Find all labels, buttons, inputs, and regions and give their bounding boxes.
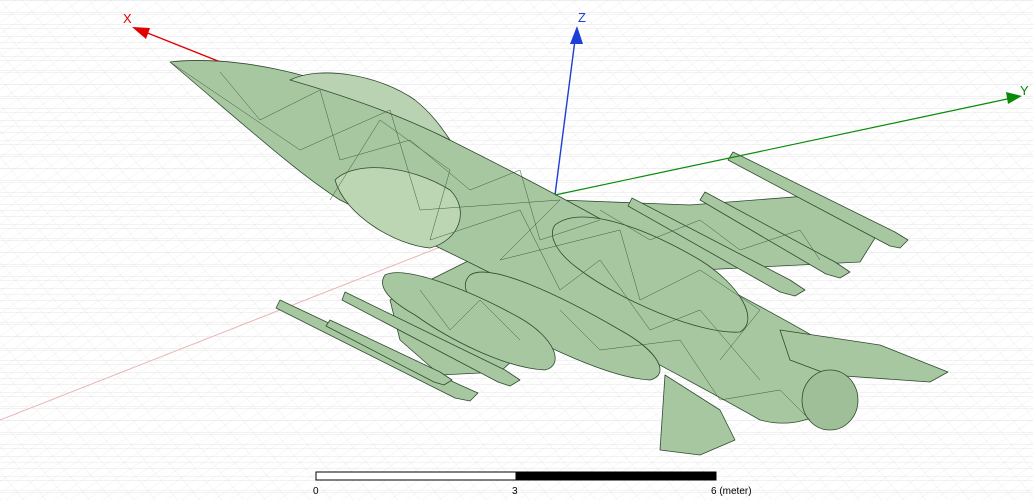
scale-bar (315, 471, 717, 481)
scale-tick-6: 6 (meter) (711, 486, 752, 497)
scale-bar-segment-dark (515, 471, 717, 481)
x-axis-label: X (123, 11, 132, 26)
3d-viewport[interactable]: X Z Y 0 3 6 (meter) (0, 0, 1033, 500)
y-axis-label: Y (1020, 83, 1029, 98)
scene-canvas[interactable]: X Z Y (0, 0, 1033, 500)
scale-tick-3: 3 (512, 486, 518, 497)
scale-bar-segment-light (315, 471, 517, 481)
z-axis-label: Z (578, 10, 586, 25)
scale-tick-0: 0 (313, 486, 319, 497)
engine-nozzle (801, 369, 859, 431)
